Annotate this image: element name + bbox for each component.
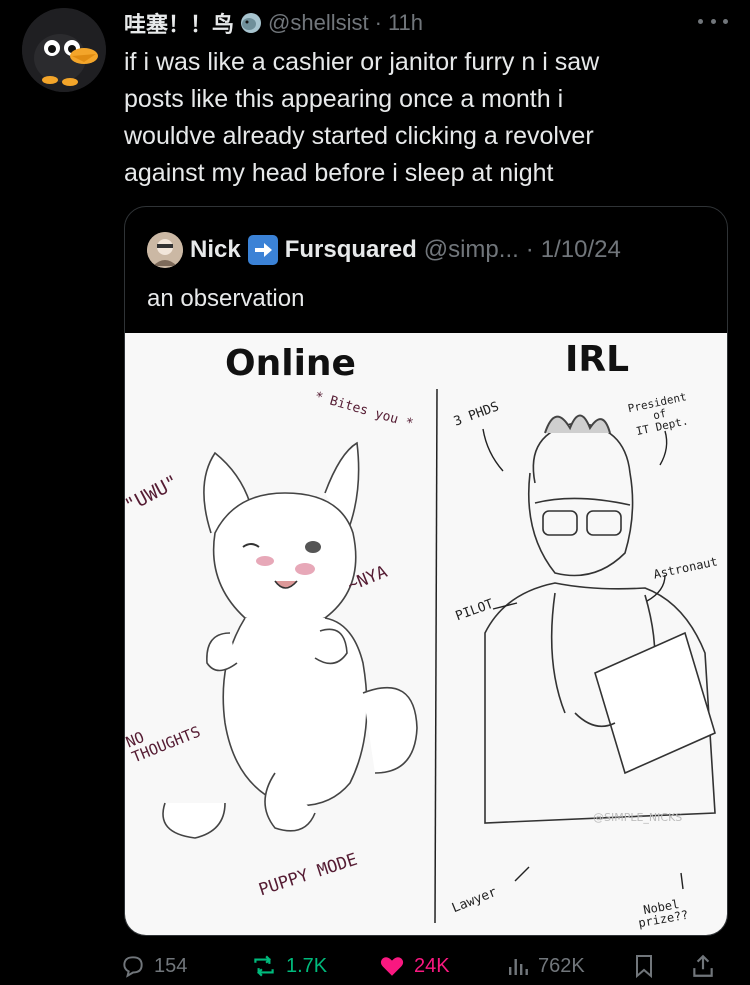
bookmark-icon xyxy=(636,955,652,979)
art-heading-irl: IRL xyxy=(565,339,630,380)
views-button[interactable]: 762K xyxy=(506,954,585,978)
like-count: 24K xyxy=(414,954,450,977)
reply-icon xyxy=(123,956,143,978)
share-button[interactable] xyxy=(690,953,716,979)
views-count: 762K xyxy=(538,954,585,977)
reply-button[interactable]: 154 xyxy=(120,953,187,979)
quoted-tweet-date[interactable]: 1/10/24 xyxy=(541,236,621,264)
share-icon xyxy=(693,954,713,977)
author-display-name[interactable]: 哇塞！！鸟 xyxy=(124,7,234,39)
bird-emoji-icon xyxy=(240,12,262,34)
tweet-header: 哇塞！！鸟 @shellsist · 11h xyxy=(124,6,730,40)
art-heading-online: Online xyxy=(225,343,356,384)
tweet-action-bar: 154 1.7K 24K 762K xyxy=(120,948,730,984)
quoted-tweet-body: an observation xyxy=(147,285,305,312)
author-avatar[interactable] xyxy=(22,8,106,92)
heart-icon xyxy=(380,957,404,976)
tweet-body: if i was like a cashier or janitor furry… xyxy=(124,48,600,187)
repost-count: 1.7K xyxy=(286,954,328,977)
quoted-tweet-image[interactable]: Online IRL * Bites you * "UWU" ~NYA NO T… xyxy=(125,333,727,935)
author-handle[interactable]: @shellsist xyxy=(268,10,369,36)
repost-icon xyxy=(254,955,274,977)
quoted-tweet-header: Nick Fursquared @simp... · 1/10/24 xyxy=(147,229,717,271)
tweet-time[interactable]: 11h xyxy=(388,10,423,36)
duck-avatar-icon xyxy=(22,8,106,92)
quoted-meta-separator: · xyxy=(525,236,534,263)
views-chart-icon xyxy=(509,959,528,975)
quoted-author-name-right[interactable]: Fursquared xyxy=(285,236,417,264)
meta-separator: · xyxy=(374,10,382,35)
more-options-icon[interactable] xyxy=(698,10,728,32)
quoted-author-avatar[interactable] xyxy=(147,232,183,268)
quoted-author-handle[interactable]: @simp... xyxy=(424,236,519,264)
quoted-tweet[interactable]: Nick Fursquared @simp... · 1/10/24 an ob… xyxy=(124,206,728,936)
repost-button[interactable]: 1.7K xyxy=(250,953,327,979)
reply-count: 154 xyxy=(154,954,188,977)
bookmark-button[interactable] xyxy=(632,953,656,979)
art-watermark: @SIMPLE_NICKS xyxy=(593,811,683,824)
like-button[interactable]: 24K xyxy=(378,953,450,979)
right-arrow-icon xyxy=(247,235,278,265)
quoted-author-name-left[interactable]: Nick xyxy=(190,236,241,264)
